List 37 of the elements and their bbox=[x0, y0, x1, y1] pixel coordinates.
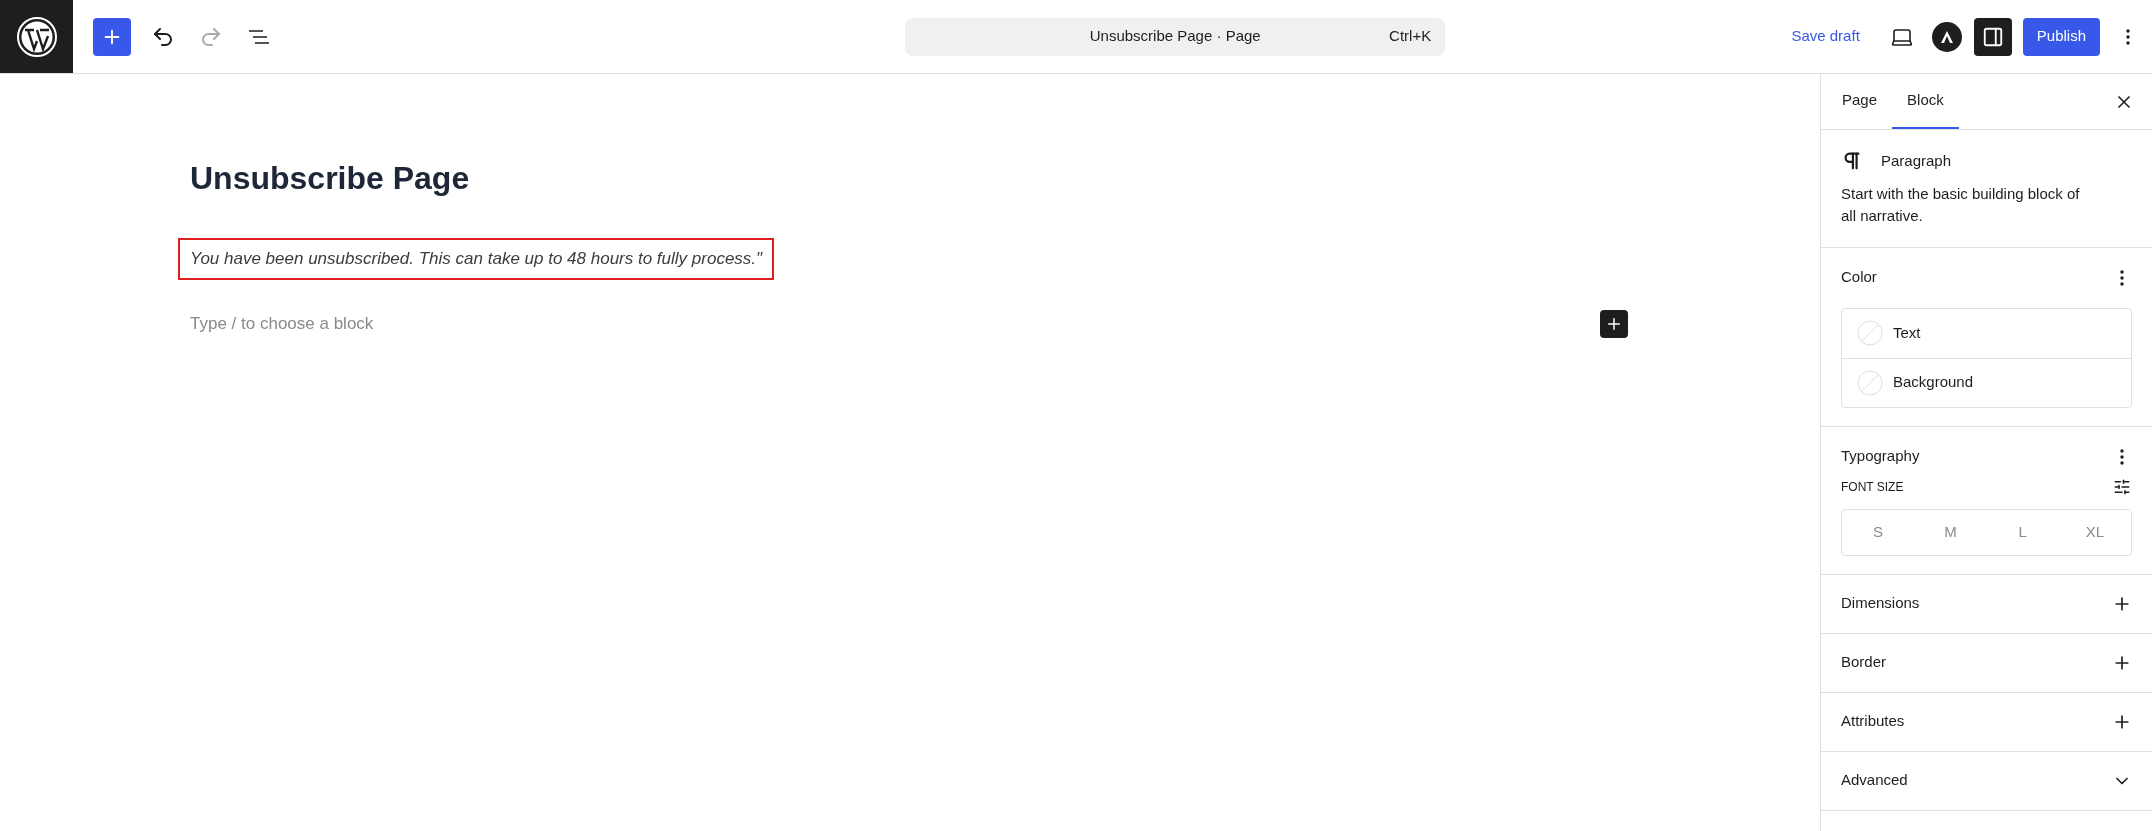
panel-heading: Typography bbox=[1841, 446, 1920, 467]
plugin-logo-icon[interactable] bbox=[1931, 21, 1962, 52]
block-input-field[interactable]: Type / to choose a block bbox=[190, 310, 690, 337]
page-title[interactable]: Unsubscribe Page bbox=[190, 154, 1628, 202]
add-block-button[interactable] bbox=[93, 17, 131, 56]
sidebar-panel-icon bbox=[1981, 25, 2004, 48]
sidebar-tab[interactable]: Page bbox=[1827, 74, 1893, 129]
publish-button[interactable]: Publish bbox=[2022, 17, 2100, 56]
block-name: Paragraph bbox=[1881, 151, 1952, 171]
more-options-icon bbox=[2120, 269, 2124, 286]
wordpress-logo-icon bbox=[15, 15, 58, 58]
color-option[interactable]: Text bbox=[1842, 308, 2131, 358]
sliders-icon bbox=[2113, 477, 2131, 496]
more-options-icon bbox=[2126, 28, 2130, 45]
settings-toggle-button[interactable] bbox=[1973, 17, 2012, 56]
more-options-icon bbox=[2120, 448, 2124, 465]
paragraph-block[interactable]: You have been unsubscribed. This can take up to 48 hours to fully process." bbox=[178, 238, 775, 280]
panel-header[interactable]: Border bbox=[1821, 633, 2152, 693]
keyboard-shortcut: Ctrl+K bbox=[1389, 26, 1432, 47]
sidebar-tab[interactable]: Block bbox=[1892, 74, 1959, 129]
save-draft-link[interactable]: Save draft bbox=[1791, 25, 1860, 48]
color-option[interactable]: Background bbox=[1842, 357, 2131, 407]
document-title: Unsubscribe Page · Page bbox=[1089, 26, 1261, 47]
font-size-label: FONT SIZE bbox=[1841, 478, 1904, 496]
inserter-button[interactable] bbox=[1600, 309, 1628, 338]
panel-heading: Color bbox=[1841, 267, 1877, 288]
font-size-option[interactable]: M bbox=[1914, 509, 1987, 555]
site-logo-button[interactable] bbox=[0, 0, 73, 73]
list-view-icon bbox=[249, 29, 269, 44]
no-color-swatch-icon bbox=[1857, 320, 1883, 346]
no-color-swatch-icon bbox=[1857, 369, 1883, 396]
command-bar[interactable]: Unsubscribe Page · Page Ctrl+K bbox=[905, 17, 1446, 56]
font-size-option[interactable]: S bbox=[1842, 509, 1915, 555]
panel-header[interactable]: Advanced bbox=[1821, 751, 2152, 811]
block-description: Start with the basic building block of all narrative. bbox=[1841, 183, 2081, 226]
panel-header[interactable]: Attributes bbox=[1821, 692, 2152, 752]
panel-header[interactable]: Dimensions bbox=[1821, 574, 2152, 634]
